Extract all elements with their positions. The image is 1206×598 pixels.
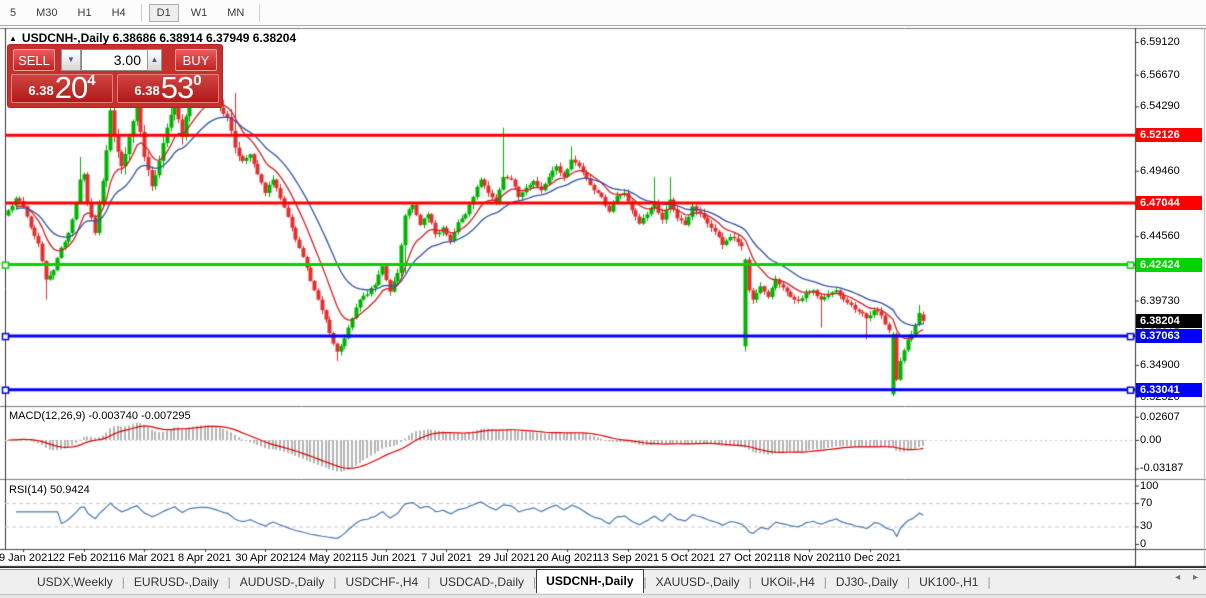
current-price-badge: 6.38204 (1136, 313, 1202, 328)
date-axis-label: 15 Jun 2021 (355, 552, 417, 564)
price-axis-tick: 6.54290 (1140, 100, 1180, 113)
macd-axis-tick: -0.03187 (1140, 462, 1184, 475)
chart-tab-usdchf-h4[interactable]: USDCHF-,H4 (337, 570, 428, 594)
chart-ohlc-values: 6.38686 6.38914 6.37949 6.38204 (112, 31, 297, 45)
rsi-axis-tick: 0 (1140, 538, 1147, 550)
toolbar-separator (259, 3, 261, 22)
macd-axis-tick: 0.02607 (1140, 410, 1180, 423)
chart-tab-usdcad-daily[interactable]: USDCAD-,Daily (430, 570, 533, 594)
date-axis-label: 24 May 2021 (293, 552, 358, 564)
date-axis-label: 10 Dec 2021 (838, 552, 902, 564)
chart-canvas[interactable] (0, 27, 1206, 568)
chart-tabs: USDX,Weekly | EURUSD-,Daily | AUDUSD-,Daily |… (0, 568, 1206, 594)
macd-axis-tick: 0.00 (1140, 434, 1162, 446)
date-axis-label: 16 Mar 2021 (113, 552, 175, 564)
price-level-badge: 6.47044 (1136, 196, 1202, 210)
tab-separator: | (987, 575, 991, 589)
sell-price-big: 20 (54, 70, 88, 105)
date-axis-label: 7 Jul 2021 (421, 552, 472, 564)
price-axis-tick: 6.56670 (1140, 68, 1180, 81)
buy-price-button[interactable]: 6.38 53 0 (117, 70, 219, 105)
buy-price-prefix: 6.38 (134, 83, 160, 98)
one-click-trading-panel: SELL ▼ ▲ BUY 6.38 20 4 6.38 53 0 (8, 45, 222, 107)
chart-symbol-period: USDCNH-,Daily (21, 31, 110, 45)
trading-terminal: 5 M30 H1 H4 D1 W1 MN ▲ USDCNH-,Daily 6.38686 6.… (0, 0, 1206, 598)
volume-increase-button[interactable]: ▲ (147, 49, 162, 71)
volume-decrease-button[interactable]: ▼ (61, 49, 81, 71)
date-axis-label: 8 Apr 2021 (177, 552, 232, 564)
price-axis-tick: 6.59120 (1140, 36, 1180, 48)
sell-price-prefix: 6.38 (28, 83, 54, 98)
buy-price-big: 53 (160, 70, 194, 105)
tabs-scroll-left-icon[interactable]: ◂ (1175, 572, 1180, 583)
price-level-badge: 6.33041 (1136, 382, 1202, 397)
chart-tab-usdcnh-daily[interactable]: USDCNH-,Daily (536, 568, 644, 593)
price-level-badge: 6.42424 (1136, 257, 1202, 272)
tabs-scroll-nav: ◂ ▸ (1165, 572, 1198, 583)
sell-price-sup: 4 (87, 72, 96, 89)
chart-tab-eurusd-daily[interactable]: EURUSD-,Daily (125, 570, 228, 594)
timeframe-button-D1[interactable]: D1 (148, 3, 179, 22)
chart-tab-dj30-daily[interactable]: DJ30-,Daily (827, 570, 907, 594)
date-axis-label: 20 Aug 2021 (536, 552, 599, 564)
sell-price-button[interactable]: 6.38 20 4 (11, 70, 113, 105)
buy-button[interactable]: BUY (175, 49, 217, 71)
price-level-badge: 6.37063 (1136, 329, 1202, 344)
sell-button[interactable]: SELL (13, 49, 55, 71)
buy-price-sup: 0 (193, 72, 202, 89)
volume-input[interactable] (81, 49, 147, 71)
timeframe-button-M30[interactable]: M30 (28, 4, 65, 22)
chart-tab-ukoil-h4[interactable]: UKOil-,H4 (752, 570, 824, 594)
date-axis-label: 5 Oct 2021 (661, 552, 716, 564)
timeframe-toolbar: 5 M30 H1 H4 D1 W1 MN (0, 0, 1206, 26)
chevron-down-icon: ▼ (67, 55, 75, 64)
rsi-axis-tick: 30 (1140, 520, 1153, 533)
rsi-axis-tick: 70 (1140, 497, 1153, 510)
date-axis-label: 27 Oct 2021 (718, 552, 779, 564)
date-axis-label: 22 Feb 2021 (52, 552, 115, 564)
timeframe-button-H4[interactable]: H4 (104, 4, 134, 22)
timeframe-button-W1[interactable]: W1 (183, 4, 216, 22)
date-axis-label: 29 Jan 2021 (0, 552, 54, 564)
date-axis-label: 29 Jul 2021 (478, 552, 536, 564)
macd-label: MACD(12,26,9) -0.003740 -0.007295 (9, 410, 191, 422)
date-axis-label: 30 Apr 2021 (235, 552, 295, 564)
collapse-icon[interactable]: ▲ (9, 34, 17, 43)
chevron-up-icon: ▲ (150, 55, 159, 64)
price-level-badge: 6.52126 (1136, 128, 1202, 143)
price-axis-tick: 6.39730 (1140, 294, 1180, 307)
chart-tab-usdx-weekly[interactable]: USDX,Weekly (28, 570, 122, 594)
rsi-axis-tick: 100 (1140, 479, 1159, 492)
timeframe-button-5[interactable]: 5 (2, 4, 24, 22)
date-axis-label: 18 Nov 2021 (778, 552, 841, 564)
toolbar-separator (140, 3, 142, 22)
chart-tab-xauusd-daily[interactable]: XAUUSD-,Daily (647, 570, 749, 594)
tabs-scroll-right-icon[interactable]: ▸ (1193, 572, 1198, 583)
rsi-label: RSI(14) 50.9424 (9, 484, 90, 496)
chart-title: ▲ USDCNH-,Daily 6.38686 6.38914 6.37949 6… (9, 31, 296, 45)
price-axis-tick: 6.49460 (1140, 164, 1180, 177)
chart-tab-uk100-h1[interactable]: UK100-,H1 (910, 570, 987, 594)
date-axis-label: 13 Sep 2021 (596, 552, 660, 564)
timeframe-button-H1[interactable]: H1 (70, 4, 100, 22)
price-axis-tick: 6.44560 (1140, 230, 1180, 243)
timeframe-button-MN[interactable]: MN (219, 4, 252, 22)
chart-tab-audusd-daily[interactable]: AUDUSD-,Daily (231, 570, 334, 594)
price-axis-tick: 6.34900 (1140, 358, 1180, 371)
